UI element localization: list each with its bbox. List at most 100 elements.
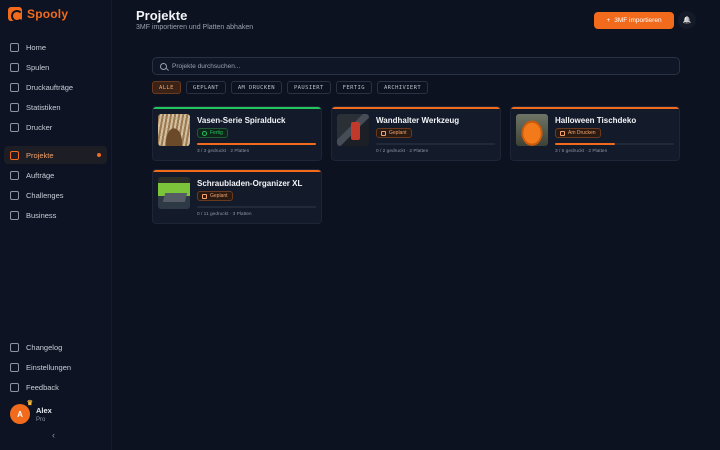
trophy-icon [10, 190, 19, 200]
project-title: Vasen-Serie Spiralduck [197, 116, 286, 125]
main-content: Projekte 3MF importieren und Platten abh… [112, 0, 720, 450]
sidebar-item-label: Spulen [26, 62, 50, 72]
vase-thumbnail [158, 114, 190, 146]
sidebar-item-challenges[interactable]: Challenges [4, 186, 107, 204]
project-card[interactable]: Schraubladen-Organizer XL Geplant 0 / 11… [152, 169, 322, 224]
sidebar-item-spulen[interactable]: Spulen [4, 58, 107, 76]
progress-fill [555, 143, 615, 145]
filter-chip-am-drucken[interactable]: AM DRUCKEN [230, 81, 282, 94]
page-subtitle: 3MF importieren und Platten abhaken [136, 24, 254, 31]
card-accent [153, 107, 321, 109]
progress-bar [197, 206, 316, 208]
project-card[interactable]: Vasen-Serie Spiralduck Fertig 3 / 3 gedr… [152, 106, 322, 161]
sidebar-item-label: Challenges [26, 190, 64, 200]
sidebar-item-drucker[interactable]: Drucker [4, 118, 107, 136]
chat-icon [10, 382, 19, 392]
collapse-sidebar-button[interactable]: ‹ [52, 430, 55, 440]
status-badge-label: Geplant [210, 193, 228, 199]
sidebar-item-label: Statistiken [26, 102, 61, 112]
logo-text: Spooly [27, 7, 69, 21]
search-icon [160, 62, 167, 70]
project-title: Halloween Tischdeko [555, 116, 637, 125]
status-badge: Geplant [197, 191, 233, 201]
project-meta: 0 / 2 gedruckt · 2 Platten [376, 149, 429, 154]
sidebar-item-label: Aufträge [26, 170, 55, 180]
progress-bar [197, 143, 316, 145]
sidebar-item-business[interactable]: Business [4, 206, 107, 224]
organizer-thumbnail [158, 177, 190, 209]
project-meta: 0 / 11 gedruckt · 3 Platten [197, 212, 252, 217]
sidebar-item-label: Einstellungen [26, 362, 72, 372]
sidebar-item-label: Feedback [26, 382, 59, 392]
filter-chip-geplant[interactable]: GEPLANT [185, 81, 226, 94]
card-accent [511, 107, 679, 109]
active-indicator-dot [97, 153, 101, 157]
sidebar-item-label: Business [26, 210, 57, 220]
search-bar[interactable]: Projekte durchsuchen... [152, 57, 680, 75]
project-card[interactable]: Halloween Tischdeko Am Drucken 3 / 6 ged… [510, 106, 680, 161]
sidebar-item-label: Changelog [26, 342, 63, 352]
sidebar-item-home[interactable]: Home [4, 38, 107, 56]
status-badge: Fertig [197, 128, 228, 138]
user-name: Alex [36, 405, 52, 415]
notifications-button[interactable]: 🔔 [678, 11, 696, 29]
sidebar-item-feedback[interactable]: Feedback [4, 378, 107, 396]
sidebar-item-label: Drucker [26, 122, 53, 132]
project-meta: 3 / 6 gedruckt · 2 Platten [555, 149, 608, 154]
printer-icon [560, 130, 565, 136]
page-title: Projekte [136, 8, 188, 23]
avatar-initial: A [17, 409, 23, 419]
status-badge-label: Am Drucken [568, 130, 596, 136]
search-input[interactable]: Projekte durchsuchen... [172, 63, 240, 70]
project-card[interactable]: Wandhalter Werkzeug Geplant 0 / 2 gedruc… [331, 106, 501, 161]
check-circle-icon [202, 130, 207, 136]
status-badge: Geplant [376, 128, 412, 138]
printer-icon [10, 82, 19, 92]
calendar-icon [202, 193, 207, 199]
status-badge-label: Geplant [389, 130, 407, 136]
logo[interactable]: Spooly [0, 0, 111, 28]
progress-bar [555, 143, 674, 145]
card-accent [153, 170, 321, 172]
chart-icon [10, 102, 19, 112]
cube-icon [10, 62, 19, 72]
calendar-icon [381, 130, 386, 136]
user-plan: Pro [36, 416, 46, 423]
filter-chip-alle[interactable]: ALLE [152, 81, 181, 94]
sidebar-item-label: Home [26, 42, 47, 52]
avatar: A ♛ [10, 400, 33, 424]
sidebar-item-label: Projekte [26, 150, 54, 160]
user-profile[interactable]: A ♛ Alex Pro [10, 400, 52, 424]
bell-icon: 🔔 [682, 17, 692, 24]
building-icon [10, 210, 19, 220]
card-accent [332, 107, 500, 109]
folder-icon [10, 150, 19, 160]
sidebar-item-druckauftraege[interactable]: Druckaufträge [4, 78, 107, 96]
sidebar-item-label: Druckaufträge [26, 82, 74, 92]
sidebar-main-nav: Home Spulen Druckaufträge Statistiken Dr… [4, 38, 107, 226]
home-icon [10, 42, 19, 52]
status-filter-bar: ALLE GEPLANT AM DRUCKEN PAUSIERT FERTIG … [152, 81, 429, 94]
project-title: Wandhalter Werkzeug [376, 116, 460, 125]
import-button-label: 3MF importieren [614, 17, 662, 24]
document-icon [10, 170, 19, 180]
sidebar-item-projekte[interactable]: Projekte [4, 146, 107, 164]
project-title: Schraubladen-Organizer XL [197, 179, 303, 188]
status-badge-label: Fertig [210, 130, 223, 136]
status-badge: Am Drucken [555, 128, 601, 138]
crown-icon: ♛ [26, 400, 33, 407]
sidebar-item-auftraege[interactable]: Aufträge [4, 166, 107, 184]
import-3mf-button[interactable]: + 3MF importieren [594, 12, 674, 29]
document-icon [10, 342, 19, 352]
filter-chip-fertig[interactable]: FERTIG [335, 81, 372, 94]
progress-fill [197, 143, 316, 145]
sidebar-item-einstellungen[interactable]: Einstellungen [4, 358, 107, 376]
plus-icon: + [606, 17, 611, 24]
sidebar-bottom-nav: Changelog Einstellungen Feedback [4, 338, 107, 398]
sidebar-item-statistiken[interactable]: Statistiken [4, 98, 107, 116]
layers-icon [10, 122, 19, 132]
filter-chip-pausiert[interactable]: PAUSIERT [286, 81, 331, 94]
filter-chip-archiviert[interactable]: ARCHIVIERT [376, 81, 429, 94]
sidebar-item-changelog[interactable]: Changelog [4, 338, 107, 356]
progress-bar [376, 143, 495, 145]
